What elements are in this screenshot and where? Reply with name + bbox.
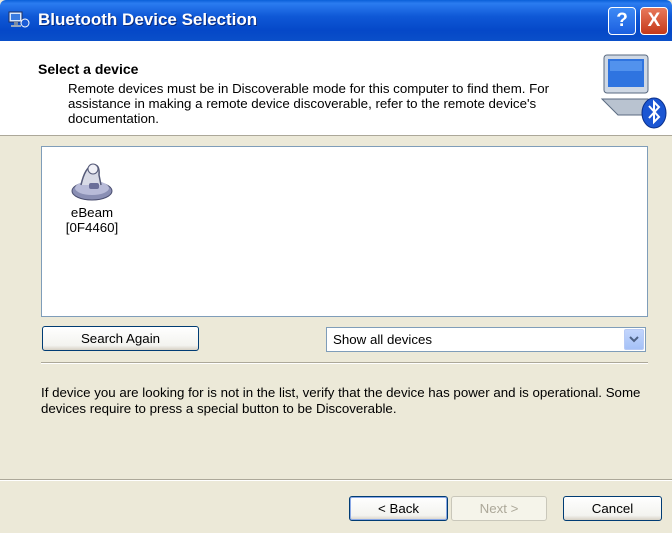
filter-selected-value: Show all devices xyxy=(333,332,433,347)
back-button[interactable]: < Back xyxy=(349,496,448,521)
bluetooth-app-icon xyxy=(8,11,30,28)
help-button[interactable]: ? xyxy=(608,7,636,35)
info-message: If device you are looking for is not in … xyxy=(41,385,641,416)
page-title: Select a device xyxy=(38,61,139,77)
close-button[interactable]: X xyxy=(640,7,668,35)
title-bar[interactable]: Bluetooth Device Selection ? X xyxy=(0,0,672,41)
device-item-ebeam[interactable]: eBeam [0F4460] xyxy=(57,155,127,235)
header-panel: Select a device Remote devices must be i… xyxy=(0,41,672,136)
page-description: Remote devices must be in Discoverable m… xyxy=(68,81,550,126)
window-title: Bluetooth Device Selection xyxy=(38,10,258,29)
cancel-button[interactable]: Cancel xyxy=(563,496,662,521)
bluetooth-computer-icon xyxy=(600,54,667,129)
dropdown-button[interactable] xyxy=(624,329,644,350)
device-filter-select[interactable]: Show all devices xyxy=(326,327,646,352)
footer-divider xyxy=(0,479,672,481)
device-id: [0F4460] xyxy=(65,220,119,235)
device-list[interactable]: eBeam [0F4460] xyxy=(41,146,648,317)
section-divider xyxy=(41,362,648,364)
ebeam-device-icon xyxy=(71,163,113,201)
search-again-button[interactable]: Search Again xyxy=(42,326,199,351)
next-button[interactable]: Next > xyxy=(451,496,547,521)
chevron-down-icon xyxy=(629,336,639,343)
device-name: eBeam xyxy=(70,205,114,220)
